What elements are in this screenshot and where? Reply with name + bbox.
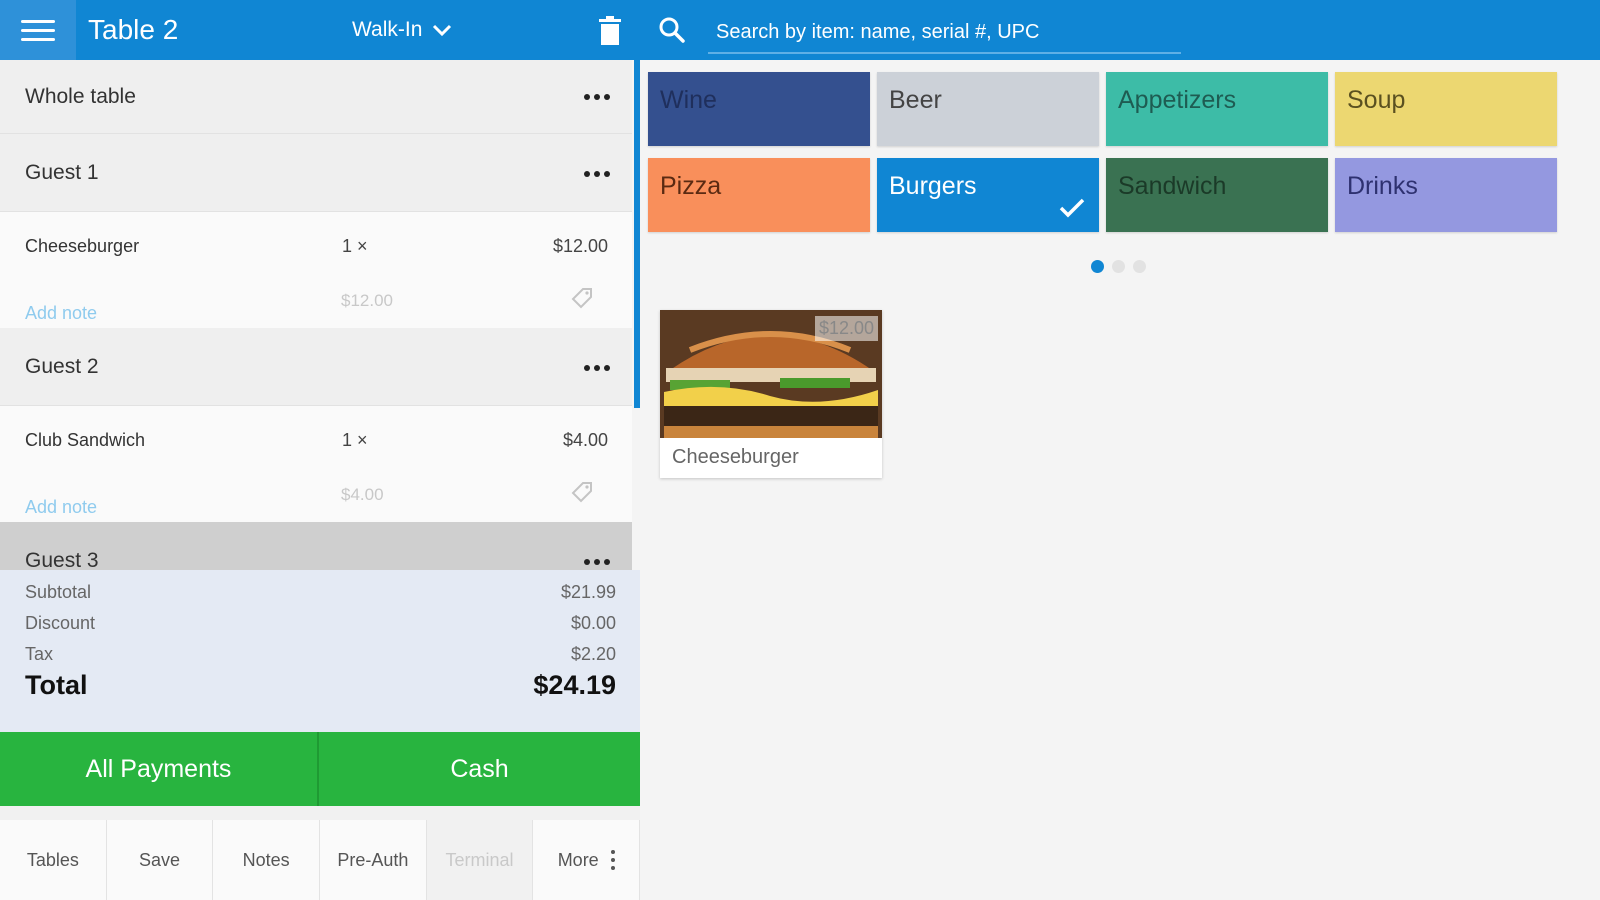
- order-list: Whole table Guest 1 Cheeseburger 1 × $12…: [0, 60, 632, 570]
- search-input[interactable]: [708, 12, 1181, 54]
- search-header: [640, 0, 1600, 60]
- category-appetizers[interactable]: Appetizers: [1106, 72, 1328, 146]
- guest-row[interactable]: Guest 2: [0, 328, 632, 406]
- category-beer[interactable]: Beer: [877, 72, 1099, 146]
- order-item-row[interactable]: Cheeseburger 1 × $12.00 $12.00 Add note: [0, 212, 632, 328]
- tax-line: Tax $2.20: [25, 644, 616, 665]
- discount-label: Discount: [25, 613, 96, 633]
- item-price: $12.00: [552, 236, 608, 256]
- subtotal-label: Subtotal: [25, 582, 92, 602]
- menu-icon: [21, 19, 55, 23]
- kebab-icon: [610, 850, 615, 870]
- order-header: Table 2 Walk-In: [0, 0, 640, 60]
- total-line: Total $24.19: [25, 670, 616, 701]
- more-options-icon[interactable]: [584, 559, 610, 565]
- payment-bar: All Payments Cash: [0, 732, 640, 806]
- guest-label: Guest 1: [25, 161, 99, 184]
- category-wine[interactable]: Wine: [648, 72, 870, 146]
- order-item-row[interactable]: Club Sandwich 1 × $4.00 $4.00 Add note: [0, 406, 632, 522]
- more-button[interactable]: More: [533, 820, 641, 900]
- discount-tag-icon[interactable]: [570, 480, 594, 504]
- subtotal-line: Subtotal $21.99: [25, 582, 616, 603]
- category-label: Soup: [1347, 86, 1406, 114]
- totals-panel: Subtotal $21.99 Discount $0.00 Tax $2.20…: [0, 570, 640, 732]
- category-soup[interactable]: Soup: [1335, 72, 1557, 146]
- all-payments-button[interactable]: All Payments: [0, 732, 319, 806]
- trash-icon[interactable]: [597, 16, 623, 46]
- pre-auth-button[interactable]: Pre-Auth: [320, 820, 427, 900]
- item-qty: 1 ×: [342, 430, 368, 450]
- more-options-icon[interactable]: [584, 171, 610, 177]
- whole-table-row[interactable]: Whole table: [0, 60, 632, 134]
- guest-label: Guest 3: [25, 549, 99, 570]
- item-qty: 1 ×: [342, 236, 368, 256]
- guest-label: Guest 2: [25, 355, 99, 378]
- checkmark-icon: [1059, 198, 1085, 218]
- page-dot[interactable]: [1112, 260, 1125, 273]
- category-label: Burgers: [889, 172, 977, 200]
- category-label: Wine: [660, 86, 717, 114]
- tables-button[interactable]: Tables: [0, 820, 107, 900]
- item-price: $4.00: [562, 430, 608, 450]
- category-drinks[interactable]: Drinks: [1335, 158, 1557, 232]
- order-type-label: Walk-In: [352, 18, 423, 41]
- tax-label: Tax: [25, 644, 54, 664]
- footer-toolbar: Tables Save Notes Pre-Auth Terminal More: [0, 806, 641, 900]
- item-unit-price: $12.00: [341, 291, 393, 310]
- total-label: Total: [25, 670, 88, 700]
- search-icon[interactable]: [658, 16, 686, 44]
- item-unit-price: $4.00: [341, 485, 384, 504]
- subtotal-value: $21.99: [560, 582, 616, 602]
- category-burgers[interactable]: Burgers: [877, 158, 1099, 232]
- page-dot[interactable]: [1091, 260, 1104, 273]
- category-pizza[interactable]: Pizza: [648, 158, 870, 232]
- cash-button[interactable]: Cash: [319, 732, 640, 806]
- add-note-link[interactable]: Add note: [25, 497, 97, 518]
- category-pager[interactable]: [640, 260, 1600, 273]
- add-note-link[interactable]: Add note: [25, 303, 97, 324]
- product-card[interactable]: $12.00 Cheeseburger: [660, 310, 882, 478]
- discount-line: Discount $0.00: [25, 613, 616, 634]
- terminal-button[interactable]: Terminal: [426, 820, 534, 900]
- notes-button[interactable]: Notes: [213, 820, 321, 900]
- category-label: Pizza: [660, 172, 722, 200]
- order-panel: Table 2 Walk-In Whole table Guest 1 Chee…: [0, 0, 641, 900]
- page-dot[interactable]: [1133, 260, 1146, 273]
- item-name: Club Sandwich: [25, 430, 146, 450]
- category-label: Beer: [889, 86, 942, 114]
- category-label: Drinks: [1347, 172, 1418, 200]
- product-price: $12.00: [814, 316, 878, 341]
- category-label: Sandwich: [1118, 172, 1227, 200]
- more-options-icon[interactable]: [584, 94, 610, 100]
- more-label: More: [557, 849, 599, 870]
- order-type-dropdown[interactable]: Walk-In: [352, 0, 452, 60]
- total-value: $24.19: [533, 670, 616, 700]
- guest-row[interactable]: Guest 3: [0, 522, 632, 570]
- item-name: Cheeseburger: [25, 236, 140, 256]
- chevron-down-icon: [433, 24, 452, 37]
- discount-tag-icon[interactable]: [570, 286, 594, 310]
- menu-button[interactable]: [0, 0, 76, 60]
- whole-table-label: Whole table: [25, 85, 136, 108]
- category-label: Appetizers: [1118, 86, 1237, 114]
- more-options-icon[interactable]: [584, 365, 610, 371]
- order-title: Table 2: [88, 14, 179, 45]
- catalog-panel: Wine Beer Appetizers Soup Pizza Burgers Sandwi…: [640, 0, 1600, 900]
- save-button[interactable]: Save: [106, 820, 214, 900]
- discount-value: $0.00: [570, 613, 616, 633]
- tax-value: $2.20: [570, 644, 616, 664]
- category-sandwich[interactable]: Sandwich: [1106, 158, 1328, 232]
- guest-row[interactable]: Guest 1: [0, 134, 632, 212]
- product-name: Cheeseburger: [672, 446, 799, 468]
